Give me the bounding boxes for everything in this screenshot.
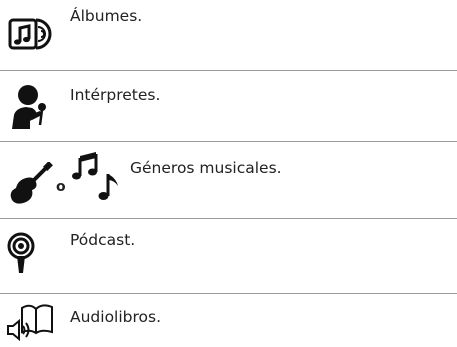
album-disc-icon	[8, 18, 52, 50]
menu-item-label: Intérpretes.	[70, 86, 161, 104]
genres-or-text: o	[56, 179, 66, 195]
music-notes-icon	[72, 152, 118, 200]
podcast-icon	[7, 232, 35, 273]
menu-item-audiobooks[interactable]: Audiolibros.	[0, 294, 457, 347]
menu-item-label: Géneros musicales.	[130, 159, 282, 177]
menu-item-podcast[interactable]: Pódcast.	[0, 219, 457, 292]
menu-item-label: Audiolibros.	[70, 308, 162, 326]
guitar-icon	[10, 162, 53, 204]
menu-item-label: Álbumes.	[70, 7, 143, 25]
music-category-list: Álbumes. Intérpretes. o Géneros musicale…	[0, 0, 457, 347]
menu-item-performers[interactable]: Intérpretes.	[0, 71, 457, 140]
audiobook-icon	[7, 304, 53, 342]
menu-item-genres[interactable]: o Géneros musicales.	[0, 142, 457, 217]
menu-item-label: Pódcast.	[70, 231, 136, 249]
singer-microphone-icon	[12, 85, 46, 129]
menu-item-albums[interactable]: Álbumes.	[0, 0, 457, 69]
